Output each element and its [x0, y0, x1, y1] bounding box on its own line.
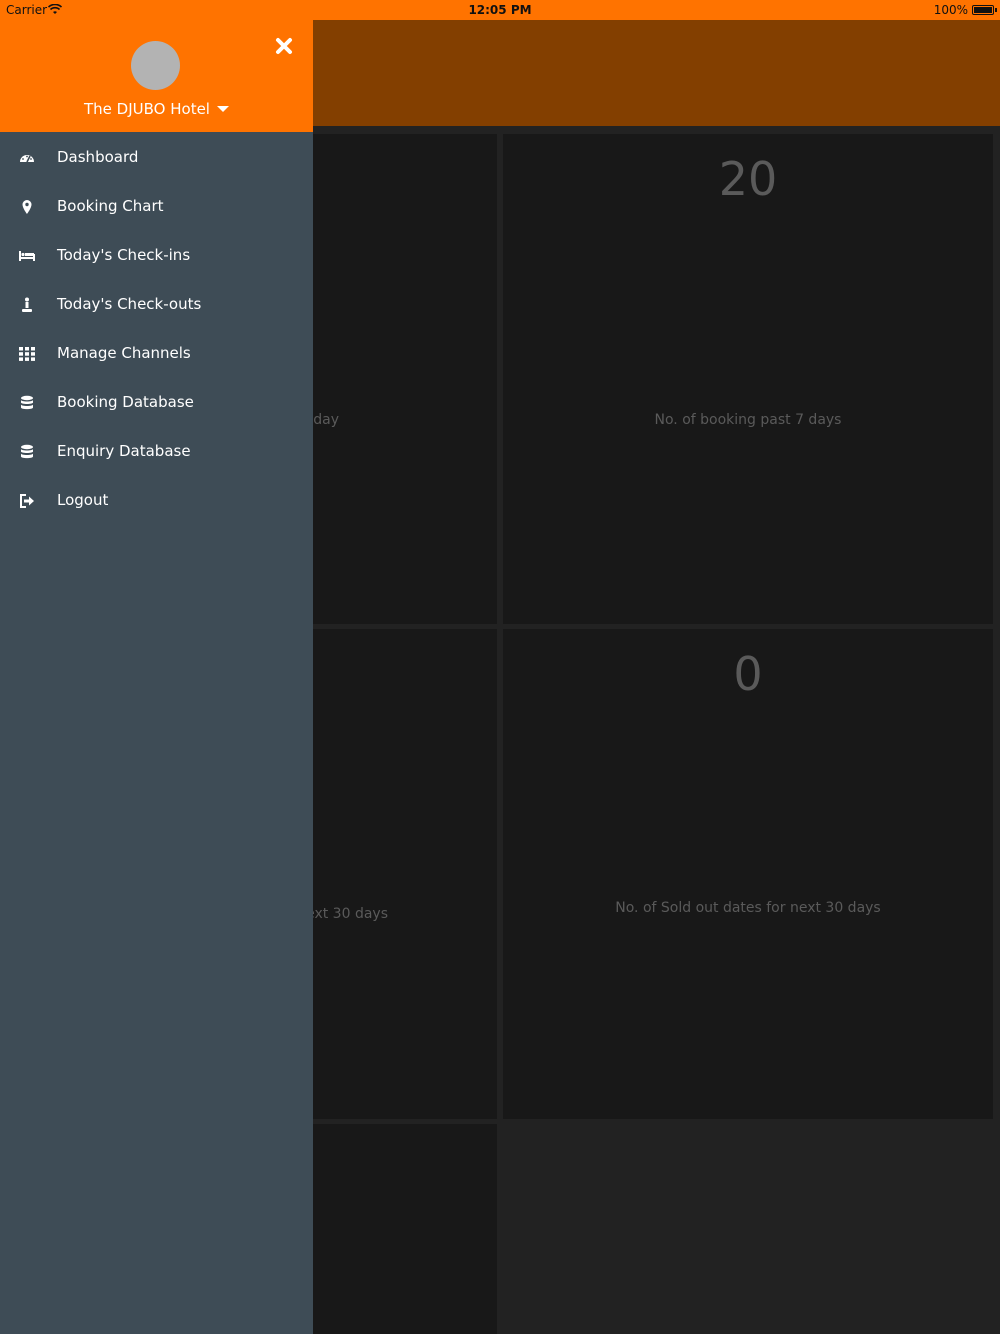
- grid-icon: [19, 347, 35, 361]
- menu-item-manage-channels[interactable]: Manage Channels: [0, 329, 313, 378]
- dashboard-icon: [20, 155, 34, 163]
- menu-item-label: Today's Check-ins: [57, 246, 191, 264]
- tile-value: 0: [733, 647, 763, 701]
- bed-icon: [19, 251, 35, 261]
- menu-item-booking-chart[interactable]: Booking Chart: [0, 182, 313, 231]
- map-marker-icon: [22, 200, 32, 214]
- menu-item-todays-checkouts[interactable]: Today's Check-outs: [0, 280, 313, 329]
- dashboard-tile[interactable]: 0 No. of Sold out dates for next 30 days: [503, 629, 993, 1119]
- menu-item-todays-checkins[interactable]: Today's Check-ins: [0, 231, 313, 280]
- menu-item-label: Logout: [57, 491, 109, 509]
- side-drawer: The DJUBO Hotel Dashboard Booking Chart: [0, 0, 313, 1334]
- status-bar: Carrier 12:05 PM 100%: [0, 0, 1000, 20]
- menu-item-label: Manage Channels: [57, 344, 191, 362]
- person-icon: [22, 297, 32, 312]
- menu-item-label: Booking Database: [57, 393, 194, 411]
- menu-item-label: Dashboard: [57, 148, 139, 166]
- battery-icon: [972, 5, 997, 15]
- hotel-name: The DJUBO Hotel: [84, 100, 210, 118]
- sign-out-icon: [20, 494, 34, 508]
- close-icon[interactable]: [272, 34, 296, 58]
- drawer-menu: Dashboard Booking Chart Today's Check-in…: [0, 133, 313, 525]
- menu-item-label: Enquiry Database: [57, 442, 191, 460]
- tile-value: 20: [718, 152, 778, 206]
- menu-item-booking-database[interactable]: Booking Database: [0, 378, 313, 427]
- status-time: 12:05 PM: [468, 3, 532, 17]
- tile-caption: No. of Sold out dates for next 30 days: [615, 900, 881, 916]
- database-icon: [21, 444, 33, 459]
- caret-down-icon: [216, 106, 229, 112]
- dashboard-tile[interactable]: 20 No. of booking past 7 days: [503, 134, 993, 624]
- menu-item-enquiry-database[interactable]: Enquiry Database: [0, 427, 313, 476]
- battery-percent: 100%: [933, 3, 968, 17]
- database-icon: [21, 395, 33, 410]
- menu-item-label: Today's Check-outs: [57, 295, 202, 313]
- menu-item-dashboard[interactable]: Dashboard: [0, 133, 313, 182]
- menu-item-label: Booking Chart: [57, 197, 164, 215]
- tile-caption: No. of booking past 7 days: [654, 412, 842, 428]
- menu-item-logout[interactable]: Logout: [0, 476, 313, 525]
- drawer-header: The DJUBO Hotel: [0, 20, 313, 132]
- hotel-selector[interactable]: The DJUBO Hotel: [0, 100, 313, 118]
- avatar[interactable]: [131, 41, 180, 90]
